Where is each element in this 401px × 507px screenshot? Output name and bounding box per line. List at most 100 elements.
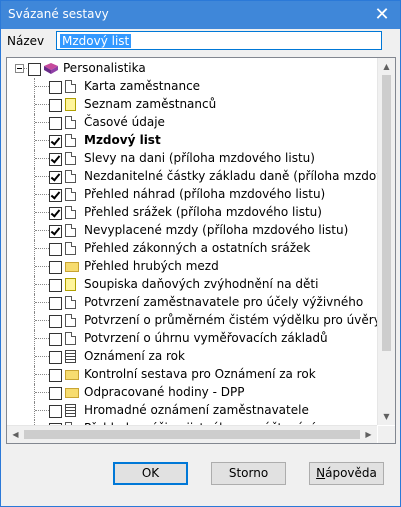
item-checkbox[interactable]: [49, 333, 62, 346]
tree-item-label: Seznam zaměstnanců: [84, 97, 217, 111]
tree-item-label: Přehled zákonných a ostatních srážek: [84, 241, 311, 255]
help-button-mnemonic: N: [316, 466, 326, 480]
window-title: Svázané sestavy: [8, 7, 109, 21]
tree-item[interactable]: Nevyplacené mzdy (příloha mzdového listu…: [7, 222, 377, 240]
document-icon: [65, 80, 76, 93]
tree-item-label: Hromadné oznámení zaměstnavatele: [84, 403, 309, 417]
document-icon: [65, 296, 76, 309]
document-icon: [65, 314, 76, 327]
item-checkbox[interactable]: [49, 261, 62, 274]
item-checkbox[interactable]: [49, 207, 62, 220]
item-checkbox[interactable]: [49, 369, 62, 382]
vertical-scrollbar[interactable]: ▲ ▼: [377, 58, 395, 425]
scroll-up-icon[interactable]: ▲: [378, 58, 395, 75]
title-bar[interactable]: Svázané sestavy ✕: [1, 1, 400, 29]
item-checkbox[interactable]: [49, 81, 62, 94]
tree-item[interactable]: Přehled zákonných a ostatních srážek: [7, 240, 377, 258]
vertical-scroll-thumb[interactable]: [382, 75, 391, 351]
document-icon: [65, 116, 76, 129]
item-checkbox[interactable]: [49, 225, 62, 238]
dialog-window: Svázané sestavy ✕ Název Mzdový list Pers…: [0, 0, 401, 507]
tree-item[interactable]: Seznam zaměstnanců: [7, 96, 377, 114]
tree-item[interactable]: Hromadné oznámení zaměstnavatele: [7, 402, 377, 420]
tree-item[interactable]: Soupiska daňových zvýhodnění na děti: [7, 276, 377, 294]
item-checkbox[interactable]: [49, 279, 62, 292]
tree-item[interactable]: Nezdanitelné částky základu daně (příloh…: [7, 168, 395, 186]
scroll-right-icon[interactable]: ▶: [360, 426, 377, 443]
tree-item[interactable]: Potvrzení o úhrnu vyměřovacích základů: [7, 330, 377, 348]
tree-item[interactable]: Přehled náhrad (příloha mzdového listu): [7, 186, 377, 204]
tree-item-label: Karta zaměstnance: [84, 79, 201, 93]
tree-item-label: Nezdanitelné částky základu daně (příloh…: [84, 169, 395, 183]
document-icon: [65, 206, 76, 219]
document-icon: [65, 242, 76, 255]
name-input-value: Mzdový list: [60, 34, 132, 48]
tree-item-label: Kontrolní sestava pro Oznámení za rok: [84, 367, 316, 381]
close-icon[interactable]: ✕: [364, 1, 400, 29]
tree-item-label: Soupiska daňových zvýhodnění na děti: [84, 277, 319, 291]
tree-item[interactable]: Karta zaměstnance: [7, 78, 377, 96]
lined-document-icon: [65, 404, 76, 417]
document-icon: [65, 332, 76, 345]
scroll-down-icon[interactable]: ▼: [378, 408, 395, 425]
tree-item[interactable]: Odpracované hodiny - DPP: [7, 384, 377, 402]
tree-item[interactable]: Potvrzení zaměstnavatele pro účely výživ…: [7, 294, 377, 312]
tree-item-label: Potvrzení zaměstnavatele pro účely výživ…: [84, 295, 364, 309]
name-label: Název: [7, 34, 45, 48]
help-button[interactable]: Nápověda: [309, 462, 384, 485]
root-checkbox[interactable]: [28, 63, 41, 76]
item-checkbox[interactable]: [49, 171, 62, 184]
document-icon: [65, 170, 76, 183]
horizontal-scrollbar[interactable]: ◀ ▶: [7, 425, 377, 443]
tree-item[interactable]: Přehled srážek (příloha mzdového listu): [7, 204, 377, 222]
tree-item[interactable]: Mzdový list: [7, 132, 377, 150]
scroll-left-icon[interactable]: ◀: [7, 426, 24, 443]
item-checkbox[interactable]: [49, 387, 62, 400]
tree-item-label: Přehled hrubých mezd: [84, 259, 219, 273]
tree-item[interactable]: Časové údaje: [7, 114, 377, 132]
tree-item-label: Potvrzení o úhrnu vyměřovacích základů: [84, 331, 328, 345]
cancel-button[interactable]: Storno: [211, 462, 286, 485]
tree-item[interactable]: Slevy na dani (příloha mzdového listu): [7, 150, 377, 168]
item-checkbox[interactable]: [49, 315, 62, 328]
tree-root[interactable]: Personalistika: [7, 60, 377, 78]
tree-item[interactable]: Přehled hrubých mezd: [7, 258, 377, 276]
folder-icon: [65, 262, 79, 272]
tree-item-label: Oznámení za rok: [84, 349, 185, 363]
tree-item-label: Nevyplacené mzdy (příloha mzdového listu…: [84, 223, 349, 237]
report-tree[interactable]: Personalistika Karta zaměstnance Seznam z…: [6, 57, 396, 444]
name-input[interactable]: Mzdový list: [56, 31, 382, 50]
folder-icon: [65, 370, 79, 380]
item-checkbox[interactable]: [49, 189, 62, 202]
item-checkbox[interactable]: [49, 135, 62, 148]
ok-button[interactable]: OK: [113, 462, 188, 485]
tree-item[interactable]: Oznámení za rok: [7, 348, 377, 366]
tree-item[interactable]: Potvrzení o průměrném čistém výdělku pro…: [7, 312, 395, 330]
document-icon: [65, 152, 76, 165]
horizontal-scroll-thumb[interactable]: [24, 430, 360, 439]
book-icon: [44, 63, 58, 74]
tree-item-label: Odpracované hodiny - DPP: [84, 385, 245, 399]
document-icon: [65, 188, 76, 201]
item-checkbox[interactable]: [49, 351, 62, 364]
document-icon: [65, 134, 76, 147]
tree-item-label: Potvrzení o průměrném čistém výdělku pro…: [84, 313, 395, 327]
lined-document-icon: [65, 350, 76, 363]
tree-item-label: Přehled srážek (příloha mzdového listu): [84, 205, 322, 219]
tree-item-label: Časové údaje: [84, 115, 165, 129]
tree-item-label: Slevy na dani (příloha mzdového listu): [84, 151, 315, 165]
yellow-document-icon: [65, 98, 76, 111]
scroll-corner: [378, 426, 395, 443]
collapse-icon[interactable]: [15, 64, 24, 73]
folder-icon: [65, 388, 79, 398]
tree-item-label: Mzdový list: [84, 133, 161, 147]
help-button-label: ápověda: [325, 466, 377, 480]
item-checkbox[interactable]: [49, 153, 62, 166]
item-checkbox[interactable]: [49, 405, 62, 418]
tree-item[interactable]: Kontrolní sestava pro Oznámení za rok: [7, 366, 377, 384]
tree-item-label: Přehled náhrad (příloha mzdového listu): [84, 187, 326, 201]
item-checkbox[interactable]: [49, 243, 62, 256]
item-checkbox[interactable]: [49, 297, 62, 310]
item-checkbox[interactable]: [49, 117, 62, 130]
item-checkbox[interactable]: [49, 99, 62, 112]
